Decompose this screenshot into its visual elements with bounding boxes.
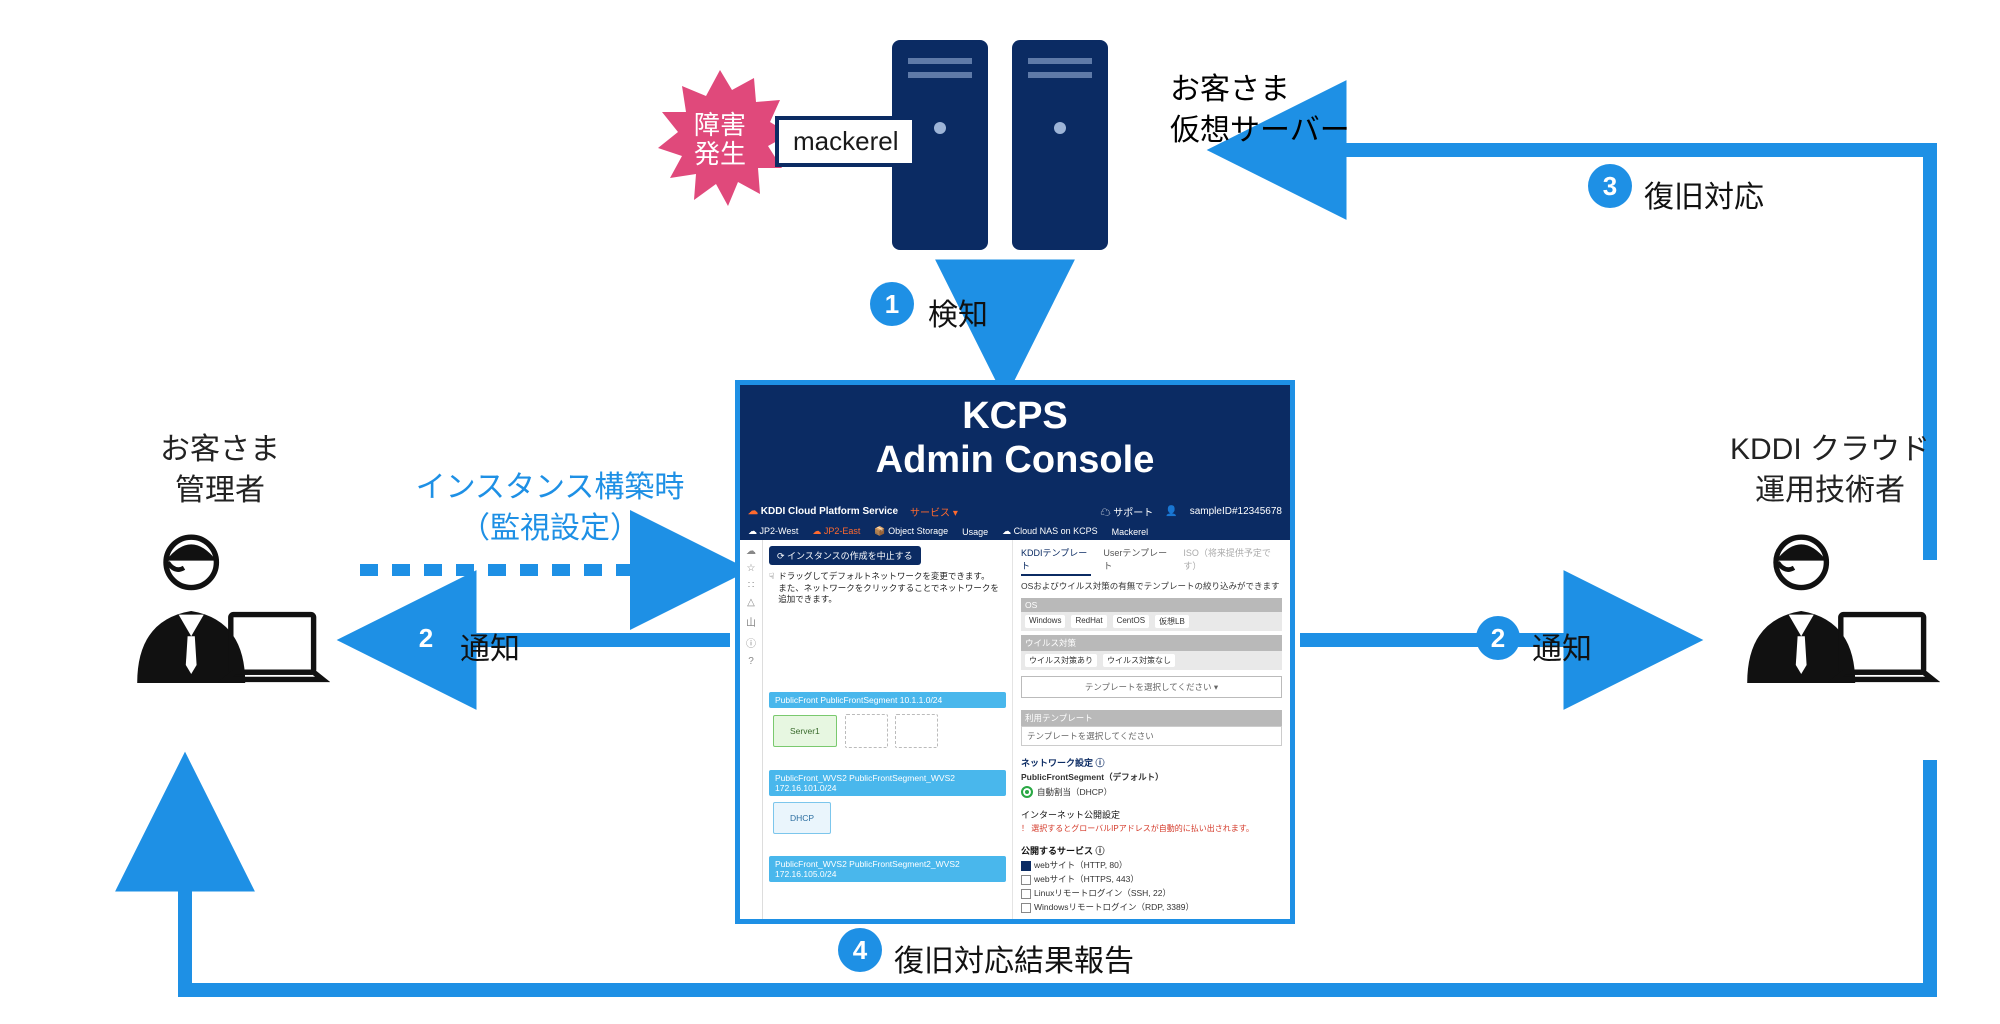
step-3-label: 復旧対応 (1644, 172, 1764, 216)
alert-burst-l2: 発生 (694, 139, 746, 169)
console-icon-rail: ☁ ☆ ∷ △ 山 ⓘ ? (740, 540, 763, 919)
checkbox-icon (1021, 889, 1031, 899)
tab-object-storage[interactable]: 📦 Object Storage (874, 526, 948, 537)
svc-rdp[interactable]: Windowsリモートログイン（RDP, 3389） (1021, 901, 1282, 913)
tab-jp2-west[interactable]: ☁ JP2-West (748, 526, 798, 537)
step-2b-label: 通知 (1532, 624, 1592, 668)
console-right-pane: KDDIテンプレート Userテンプレート ISO（将来提供予定です） OSおよ… (1013, 540, 1290, 919)
server-box-1[interactable]: Server1 (773, 715, 837, 747)
user-icon: 👤 (1165, 506, 1177, 517)
console-header: ☁ KDDI Cloud Platform Service サービス ▾ ☁ サ… (740, 500, 1290, 523)
tab-jp2-east[interactable]: ☁ JP2-East (812, 526, 860, 537)
tab-cloud-nas[interactable]: ☁ Cloud NAS on KCPS (1002, 526, 1098, 537)
support-link[interactable]: ☁ サポート (1100, 504, 1153, 519)
virus-head: ウイルス対策 (1021, 635, 1282, 651)
step-4-badge: 4 (838, 928, 882, 972)
tab-iso: ISO（将来提供予定です） (1183, 546, 1282, 576)
actor-engineer-l1: KDDI クラウド (1730, 433, 1930, 466)
anno-instance-l2: （監視設定） (460, 512, 640, 545)
step-4-label: 復旧対応結果報告 (894, 936, 1134, 980)
radio-dot-icon (1021, 786, 1033, 798)
rail-icon-6[interactable]: ? (748, 656, 754, 667)
step-1-label: 検知 (928, 290, 988, 334)
svc-https[interactable]: webサイト（HTTPS, 443） (1021, 873, 1282, 885)
template-tabs: KDDIテンプレート Userテンプレート ISO（将来提供予定です） (1021, 546, 1282, 576)
customer-figure-icon (110, 521, 330, 701)
actor-customer-l1: お客さま (160, 433, 280, 466)
actor-engineer-l2: 運用技術者 (1755, 474, 1905, 507)
used-template-value: テンプレートを選択してください (1021, 726, 1282, 746)
virus-options: ウイルス対策あり ウイルス対策なし (1021, 651, 1282, 670)
checkbox-icon (1021, 903, 1031, 913)
console-title-1: KCPS (748, 395, 1282, 439)
os-filter-note: OSおよびウイルス対策の有無でテンプレートの絞り込みができます (1021, 580, 1282, 592)
tab-user-template[interactable]: Userテンプレート (1103, 546, 1171, 576)
dhcp-radio[interactable]: 自動割当（DHCP） (1021, 786, 1282, 798)
svc-http[interactable]: webサイト（HTTP, 80） (1021, 859, 1282, 871)
ghost-slot-2 (895, 714, 938, 748)
virtual-servers-label-l2: 仮想サーバー (1170, 111, 1350, 152)
brand-label: ☁ KDDI Cloud Platform Service (748, 506, 898, 517)
ghost-slot-1 (845, 714, 888, 748)
virtual-servers-label-l1: お客さま (1170, 70, 1350, 111)
rail-icon-3[interactable]: △ (747, 597, 755, 608)
os-options: Windows RedHat CentOS 仮想LB (1021, 612, 1282, 631)
engineer-figure-icon (1720, 521, 1940, 701)
virtual-servers-label: お客さま 仮想サーバー (1170, 70, 1350, 151)
actor-engineer: KDDI クラウド 運用技術者 (1690, 430, 1970, 701)
user-id[interactable]: sampleID#12345678 (1190, 506, 1282, 517)
template-select[interactable]: テンプレートを選択してください ▾ (1021, 676, 1282, 698)
step-3-badge: 3 (1588, 164, 1632, 208)
anno-instance-build: インスタンス構築時 （監視設定） (380, 468, 720, 549)
drag-note: ドラッグしてデフォルトネットワークを変更できます。 また、ネットワークをクリック… (778, 571, 1006, 605)
network-bar-3[interactable]: PublicFront_WVS2 PublicFrontSegment2_WVS… (769, 856, 1006, 882)
network-setting-seg: PublicFrontSegment（デフォルト） (1021, 771, 1282, 783)
step-2a-badge: 2 (404, 616, 448, 660)
console-tabbar: ☁ JP2-West ☁ JP2-East 📦 Object Storage U… (740, 523, 1290, 540)
stop-instance-button[interactable]: ⟳ インスタンスの作成を中止する (769, 546, 921, 565)
step-1-badge: 1 (870, 282, 914, 326)
os-opt-1[interactable]: RedHat (1071, 615, 1106, 628)
publish-services-head: 公開するサービス ⓘ (1021, 844, 1282, 857)
console-titlebar: KCPS Admin Console (740, 385, 1290, 500)
alert-burst-l1: 障害 (694, 110, 746, 140)
os-opt-0[interactable]: Windows (1025, 615, 1065, 628)
rail-icon-2[interactable]: ∷ (748, 580, 754, 591)
cursor-drag-icon: ☟ (769, 571, 774, 605)
internet-publish-warn: ！ 選択するとグローバルIPアドレスが自動的に払い出されます。 (1021, 823, 1282, 834)
rail-icon-5[interactable]: ⓘ (746, 635, 756, 650)
rail-icon-4[interactable]: 山 (746, 614, 756, 629)
svc-ssh[interactable]: Linuxリモートログイン（SSH, 22） (1021, 887, 1282, 899)
virus-opt-1[interactable]: ウイルス対策なし (1103, 654, 1175, 667)
alert-burst: 障害 発生 (650, 70, 790, 210)
checkbox-on-icon (1021, 861, 1031, 871)
rail-icon-1[interactable]: ☆ (747, 563, 756, 574)
dhcp-box[interactable]: DHCP (773, 802, 831, 834)
actor-customer-l2: 管理者 (175, 474, 265, 507)
console-left-pane: ⟳ インスタンスの作成を中止する ☟ ドラッグしてデフォルトネットワークを変更で… (763, 540, 1013, 919)
rail-icon-0[interactable]: ☁ (746, 546, 756, 557)
used-template-head: 利用テンプレート (1021, 710, 1282, 726)
kcps-console: KCPS Admin Console ☁ KDDI Cloud Platform… (735, 380, 1295, 924)
checkbox-icon (1021, 875, 1031, 885)
network-bar-2[interactable]: PublicFront_WVS2 PublicFrontSegment_WVS2… (769, 770, 1006, 796)
anno-instance-l1: インスタンス構築時 (416, 471, 685, 504)
mackerel-chip-label: mackerel (793, 126, 898, 156)
tab-mackerel[interactable]: Mackerel (1112, 527, 1149, 537)
mackerel-chip: mackerel (775, 116, 916, 167)
step-2b-badge: 2 (1476, 616, 1520, 660)
service-menu[interactable]: サービス ▾ (910, 504, 958, 519)
network-setting-head: ネットワーク設定 ⓘ (1021, 756, 1282, 769)
tab-kddi-template[interactable]: KDDIテンプレート (1021, 546, 1091, 576)
os-opt-2[interactable]: CentOS (1113, 615, 1149, 628)
virus-opt-0[interactable]: ウイルス対策あり (1025, 654, 1097, 667)
step-2a-label: 通知 (460, 624, 520, 668)
internet-publish-head: インターネット公開設定 (1021, 808, 1282, 821)
os-opt-3[interactable]: 仮想LB (1155, 615, 1189, 628)
os-head: OS (1021, 598, 1282, 612)
console-title-2: Admin Console (748, 439, 1282, 483)
actor-customer: お客さま 管理者 (90, 430, 350, 701)
network-bar-1[interactable]: PublicFront PublicFrontSegment 10.1.1.0/… (769, 692, 1006, 708)
tab-usage[interactable]: Usage (962, 527, 988, 537)
